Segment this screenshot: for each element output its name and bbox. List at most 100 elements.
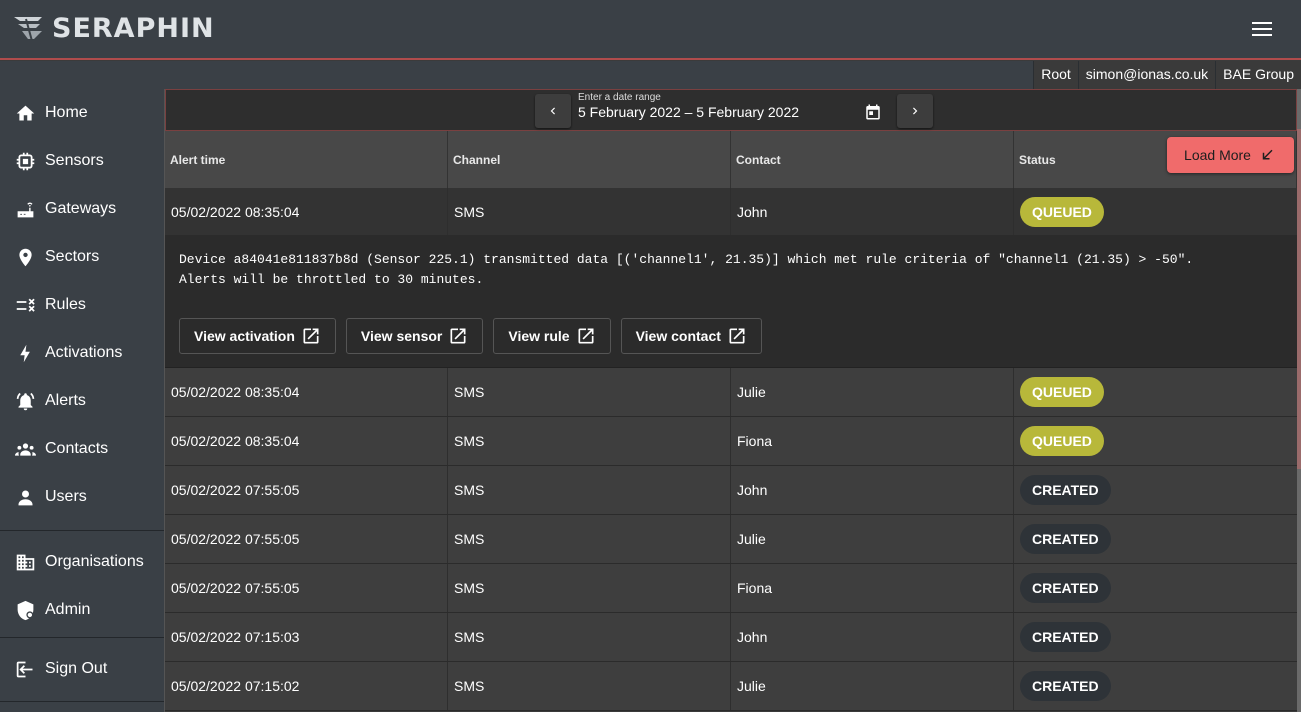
next-date-button[interactable]: [897, 94, 933, 128]
date-range-field[interactable]: Enter a date range 5 February 2022 – 5 F…: [578, 92, 888, 130]
view-contact-label: View contact: [635, 328, 721, 344]
sidebar-divider: [0, 530, 164, 531]
view-activation-button[interactable]: View activation: [179, 318, 336, 354]
menu-button[interactable]: [1247, 16, 1277, 42]
cell-status: CREATED: [1014, 613, 1297, 661]
person-icon: [14, 486, 36, 508]
sidebar-divider: [0, 701, 164, 702]
cell-status: CREATED: [1014, 466, 1297, 514]
bell-icon: [14, 390, 36, 412]
cell-status: CREATED: [1014, 662, 1297, 710]
load-more-button[interactable]: Load More: [1167, 137, 1294, 173]
open-in-new-icon: [578, 328, 594, 344]
rule-icon: [14, 294, 36, 316]
sidebar-item-label: Contacts: [45, 440, 109, 457]
cell-contact: Fiona: [731, 564, 1014, 612]
sidebar-item-gateways[interactable]: Gateways: [0, 185, 164, 233]
view-sensor-label: View sensor: [360, 328, 443, 344]
table-row[interactable]: 05/02/2022 07:55:05 SMS Julie CREATED: [165, 515, 1297, 564]
cell-alert-time: 05/02/2022 08:35:04: [165, 417, 448, 465]
table-row[interactable]: 05/02/2022 07:15:03 SMS John CREATED: [165, 613, 1297, 662]
table-row[interactable]: 05/02/2022 08:35:04 SMS Fiona QUEUED: [165, 417, 1297, 466]
sidebar-item-sensors[interactable]: Sensors: [0, 137, 164, 185]
cell-contact: Julie: [731, 368, 1014, 416]
cell-status: QUEUED: [1014, 368, 1297, 416]
scrollbar-thumb[interactable]: [1297, 129, 1301, 469]
chevron-left-icon: [550, 107, 555, 115]
chip-icon: [14, 150, 36, 172]
cell-channel: SMS: [448, 515, 731, 563]
cell-alert-time: 05/02/2022 07:15:03: [165, 613, 448, 661]
lightning-icon: [14, 342, 36, 364]
shield-icon: [14, 599, 36, 621]
cell-status: CREATED: [1014, 515, 1297, 563]
status-badge: CREATED: [1020, 671, 1111, 701]
user-organisation[interactable]: BAE Group: [1215, 61, 1301, 89]
user-role[interactable]: Root: [1033, 61, 1078, 89]
cell-channel: SMS: [448, 613, 731, 661]
sidebar-item-rules[interactable]: Rules: [0, 281, 164, 329]
column-header-alert-time[interactable]: Alert time: [165, 131, 448, 188]
location-pin-icon: [14, 246, 36, 268]
view-contact-button[interactable]: View contact: [620, 318, 762, 354]
column-header-contact[interactable]: Contact: [731, 131, 1014, 188]
page-scrollbar[interactable]: [1297, 89, 1301, 712]
cell-channel: SMS: [448, 466, 731, 514]
calendar-button[interactable]: [861, 100, 885, 124]
alert-message: Device a84041e811837b8d (Sensor 225.1) t…: [179, 252, 1194, 287]
sidebar-item-organisations[interactable]: Organisations: [0, 538, 164, 586]
cell-channel: SMS: [448, 368, 731, 416]
cell-alert-time: 05/02/2022 07:55:05: [165, 564, 448, 612]
status-badge: QUEUED: [1020, 426, 1104, 456]
logout-icon: [14, 658, 36, 680]
sidebar: Home Sensors Gateways Sectors Rules Acti…: [0, 89, 165, 712]
table-row[interactable]: 05/02/2022 07:15:02 SMS Julie CREATED: [165, 662, 1297, 711]
status-badge: CREATED: [1020, 475, 1111, 505]
seraphin-logo-icon: [14, 17, 42, 42]
cell-status: QUEUED: [1014, 188, 1297, 235]
sidebar-item-sectors[interactable]: Sectors: [0, 233, 164, 281]
cell-contact: John: [731, 188, 1014, 235]
table-row[interactable]: 05/02/2022 08:35:04 SMS John QUEUED: [165, 188, 1297, 236]
cell-alert-time: 05/02/2022 08:35:04: [165, 188, 448, 235]
sidebar-item-label: Sign Out: [45, 660, 108, 677]
view-activation-label: View activation: [194, 328, 295, 344]
sidebar-item-activations[interactable]: Activations: [0, 329, 164, 377]
cell-contact: Fiona: [731, 417, 1014, 465]
sidebar-item-users[interactable]: Users: [0, 473, 164, 521]
table-row[interactable]: 05/02/2022 07:55:05 SMS John CREATED: [165, 466, 1297, 515]
cell-contact: Julie: [731, 662, 1014, 710]
column-header-channel[interactable]: Channel: [448, 131, 731, 188]
sidebar-item-admin[interactable]: Admin: [0, 586, 164, 634]
date-range-value[interactable]: 5 February 2022 – 5 February 2022: [578, 104, 799, 120]
previous-date-button[interactable]: [535, 94, 571, 128]
open-in-new-icon: [303, 328, 319, 344]
table-row[interactable]: 05/02/2022 07:55:05 SMS Fiona CREATED: [165, 564, 1297, 613]
sidebar-item-alerts[interactable]: Alerts: [0, 377, 164, 425]
group-icon: [14, 438, 36, 460]
date-range-bar: Enter a date range 5 February 2022 – 5 F…: [165, 89, 1297, 131]
building-icon: [14, 551, 36, 573]
sidebar-item-label: Home: [45, 104, 88, 121]
user-email[interactable]: simon@ionas.co.uk: [1077, 61, 1216, 89]
status-badge: QUEUED: [1020, 196, 1104, 227]
table-row[interactable]: 05/02/2022 08:35:04 SMS Julie QUEUED: [165, 368, 1297, 417]
sidebar-item-label: Sectors: [45, 248, 100, 265]
cell-contact: John: [731, 466, 1014, 514]
load-more-label: Load More: [1184, 147, 1251, 163]
cell-alert-time: 05/02/2022 07:15:02: [165, 662, 448, 710]
sidebar-item-home[interactable]: Home: [0, 89, 164, 137]
sidebar-item-label: Alerts: [45, 392, 86, 409]
alerts-table: Alert time Channel Contact Status Load M…: [165, 131, 1297, 711]
sidebar-item-contacts[interactable]: Contacts: [0, 425, 164, 473]
view-rule-button[interactable]: View rule: [493, 318, 611, 354]
calendar-icon: [866, 104, 880, 120]
cell-contact: John: [731, 613, 1014, 661]
cell-channel: SMS: [448, 188, 731, 235]
sidebar-item-label: Organisations: [45, 553, 144, 570]
cell-alert-time: 05/02/2022 07:55:05: [165, 515, 448, 563]
sidebar-item-sign-out[interactable]: Sign Out: [0, 645, 164, 693]
cell-status: CREATED: [1014, 564, 1297, 612]
view-sensor-button[interactable]: View sensor: [345, 318, 484, 354]
cell-channel: SMS: [448, 662, 731, 710]
